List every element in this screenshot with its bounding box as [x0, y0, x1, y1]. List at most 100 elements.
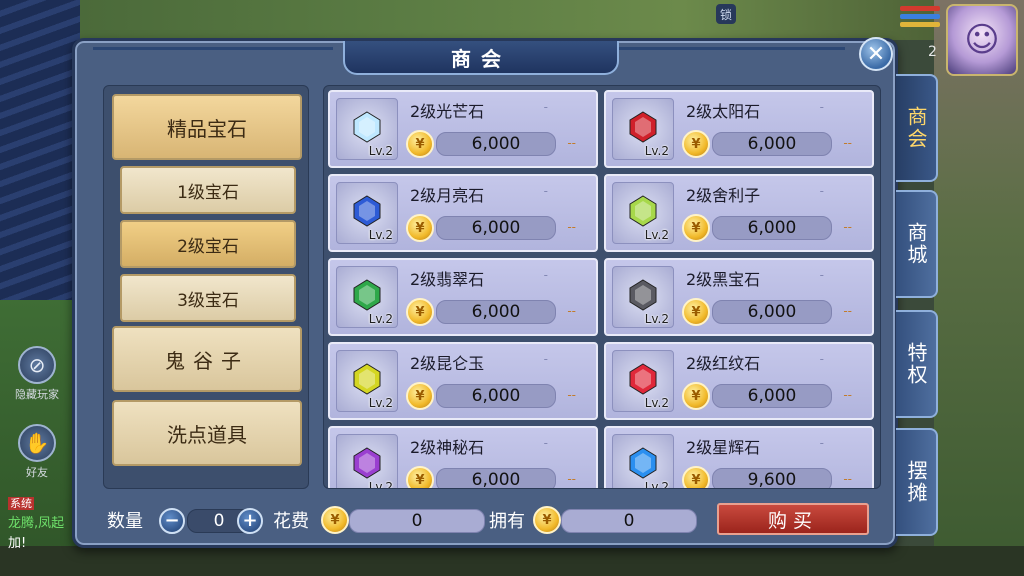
item-name: 2级舍利子	[686, 186, 761, 205]
item-name: 2级黑宝石	[686, 270, 761, 289]
level-number: 2	[928, 44, 937, 60]
shop-item-card[interactable]: Lv.2 2级红纹石 - ¥6,000 --	[604, 342, 874, 420]
item-name: 2级太阳石	[686, 102, 761, 121]
category-guiguzi[interactable]: 鬼谷子	[112, 326, 302, 392]
buy-button[interactable]: 购买	[717, 503, 869, 535]
yellow-jade-icon	[353, 363, 381, 395]
tab-mall[interactable]: 商城	[896, 190, 938, 298]
category-reset-items[interactable]: 洗点道具	[112, 400, 302, 466]
item-icon-slot: Lv.2	[336, 434, 398, 489]
item-extra: -	[543, 268, 548, 282]
item-extra: -	[543, 436, 548, 450]
chat-line: 龙腾,凤起	[8, 516, 65, 531]
dialog-title-bar: 商会	[343, 41, 619, 75]
item-level: Lv.2	[644, 312, 669, 326]
quantity-minus-button[interactable]: −	[159, 508, 185, 534]
cost-label: 花费	[273, 511, 309, 532]
item-trend: --	[567, 472, 576, 486]
item-price: 6,000	[436, 216, 556, 240]
category-level2-gems[interactable]: 2级宝石	[120, 220, 296, 268]
item-name: 2级月亮石	[410, 186, 485, 205]
item-name: 2级昆仑玉	[410, 354, 485, 373]
item-icon-slot: Lv.2	[336, 182, 398, 244]
plus-icon: +	[242, 510, 258, 531]
coin-icon: ¥	[682, 382, 710, 410]
blue-moon-gem-icon	[353, 195, 381, 227]
coin-icon: ¥	[406, 298, 434, 326]
close-button[interactable]: ✕	[859, 37, 893, 71]
item-level: Lv.2	[368, 312, 393, 326]
item-name: 2级光芒石	[410, 102, 485, 121]
bottom-hud-strip	[0, 546, 1024, 576]
item-trend: --	[843, 388, 852, 402]
coin-icon: ¥	[406, 130, 434, 158]
lock-badge[interactable]: 锁	[716, 4, 736, 24]
hide-players-button[interactable]: ⊘ 隐藏玩家	[4, 346, 70, 402]
tab-stall[interactable]: 摆摊	[896, 428, 938, 536]
category-level1-gems[interactable]: 1级宝石	[120, 166, 296, 214]
item-extra: -	[543, 184, 548, 198]
shop-item-card[interactable]: Lv.2 2级光芒石 - ¥6,000 --	[328, 90, 598, 168]
coin-icon: ¥	[406, 466, 434, 488]
item-trend: --	[567, 220, 576, 234]
item-extra: -	[543, 100, 548, 114]
item-icon-slot: Lv.2	[612, 98, 674, 160]
item-price: 6,000	[436, 384, 556, 408]
item-level: Lv.2	[644, 480, 669, 489]
shop-item-card[interactable]: Lv.2 2级神秘石 - ¥6,000 --	[328, 426, 598, 489]
coin-icon: ¥	[682, 466, 710, 488]
shop-item-card[interactable]: Lv.2 2级昆仑玉 - ¥6,000 --	[328, 342, 598, 420]
scenery-right	[934, 0, 1024, 576]
owned-label: 拥有	[489, 511, 525, 532]
purchase-bar: 数量 − 0 + 花费 ¥ 0 拥有 ¥ 0 购买	[103, 499, 883, 539]
coin-icon: ¥	[321, 506, 349, 534]
chat-line: 加!	[8, 536, 27, 551]
player-avatar[interactable]: ☺	[946, 4, 1018, 76]
item-price: 6,000	[712, 384, 832, 408]
mp-bar	[900, 14, 940, 19]
item-trend: --	[843, 220, 852, 234]
dialog-title: 商会	[451, 46, 511, 71]
item-icon-slot: Lv.2	[612, 434, 674, 489]
blue-star-gem-icon	[629, 447, 657, 479]
shop-item-card[interactable]: Lv.2 2级黑宝石 - ¥6,000 --	[604, 258, 874, 336]
coin-icon: ¥	[682, 214, 710, 242]
shop-item-card[interactable]: Lv.2 2级翡翠石 - ¥6,000 --	[328, 258, 598, 336]
item-extra: -	[819, 184, 824, 198]
coin-icon: ¥	[406, 214, 434, 242]
quantity-plus-button[interactable]: +	[237, 508, 263, 534]
item-level: Lv.2	[368, 480, 393, 489]
shop-item-card[interactable]: Lv.2 2级太阳石 - ¥6,000 --	[604, 90, 874, 168]
status-bars	[900, 6, 940, 30]
item-icon-slot: Lv.2	[612, 182, 674, 244]
scenery-top	[80, 0, 940, 40]
category-premium-gems[interactable]: 精品宝石	[112, 94, 302, 160]
shop-dialog: 商会 ✕ 精品宝石 1级宝石 2级宝石 3级宝石 鬼谷子 洗点道具 Lv.2 2级…	[72, 37, 898, 548]
item-level: Lv.2	[368, 228, 393, 242]
shop-item-card[interactable]: Lv.2 2级星辉石 - ¥9,600 --	[604, 426, 874, 489]
item-name: 2级神秘石	[410, 438, 485, 457]
chat-box[interactable]: 系统 龙腾,凤起 加!	[8, 494, 64, 554]
red-sun-gem-icon	[629, 111, 657, 143]
exp-bar	[900, 22, 940, 27]
tab-chamber-of-commerce[interactable]: 商会	[896, 74, 938, 182]
category-level3-gems[interactable]: 3级宝石	[120, 274, 296, 322]
item-price: 6,000	[436, 132, 556, 156]
shop-item-card[interactable]: Lv.2 2级月亮石 - ¥6,000 --	[328, 174, 598, 252]
item-icon-slot: Lv.2	[612, 266, 674, 328]
item-level: Lv.2	[368, 144, 393, 158]
item-name: 2级红纹石	[686, 354, 761, 373]
item-extra: -	[819, 100, 824, 114]
red-stripe-gem-icon	[629, 363, 657, 395]
friends-label: 好友	[26, 466, 48, 479]
emerald-gem-icon	[353, 279, 381, 311]
cost-value: 0	[349, 509, 485, 533]
tab-privileges[interactable]: 特权	[896, 310, 938, 418]
shop-item-card[interactable]: Lv.2 2级舍利子 - ¥6,000 --	[604, 174, 874, 252]
friends-button[interactable]: ✋ 好友	[4, 424, 70, 480]
coin-icon: ¥	[533, 506, 561, 534]
item-grid[interactable]: Lv.2 2级光芒石 - ¥6,000 -- Lv.2 2级太阳石 - ¥6,000 -- Lv.2…	[323, 85, 881, 489]
item-price: 6,000	[712, 216, 832, 240]
green-pearls-icon	[629, 195, 657, 227]
light-blue-crystal-icon	[353, 111, 381, 143]
